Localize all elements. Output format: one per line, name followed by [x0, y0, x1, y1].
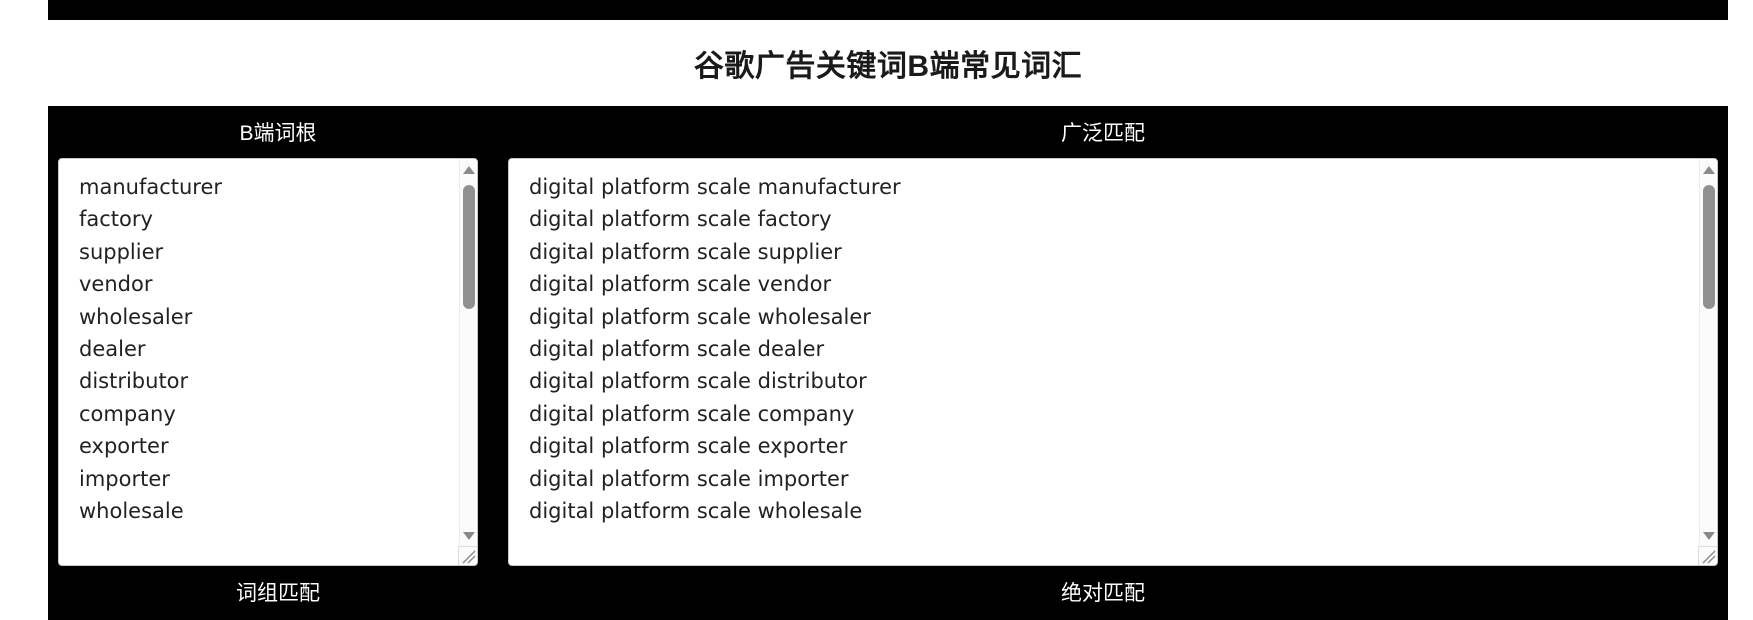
- list-item: manufacturer: [79, 175, 223, 199]
- b-end-root-scrollbar[interactable]: [459, 159, 477, 565]
- resize-grip-icon[interactable]: [458, 546, 477, 565]
- list-item: vendor: [79, 272, 153, 297]
- list-item: digital platform scale company: [529, 401, 855, 426]
- list-item: digital platform scale vendor: [529, 272, 832, 297]
- column-header-phrase-match: 词组匹配: [236, 582, 320, 605]
- list-item: wholesale: [79, 499, 184, 524]
- b-end-root-textarea[interactable]: manufacturer factory supplier vendor who…: [58, 158, 478, 566]
- list-item: exporter: [79, 434, 169, 459]
- list-item: supplier: [79, 239, 164, 264]
- triangle-up-icon[interactable]: [1700, 161, 1717, 179]
- triangle-down-icon[interactable]: [460, 527, 477, 545]
- column-header-broad-match: 广泛匹配: [1061, 122, 1145, 145]
- resize-grip-icon[interactable]: [1698, 546, 1717, 565]
- column-header-row-2: 词组匹配 绝对匹配: [48, 566, 1728, 618]
- list-item: distributor: [79, 369, 189, 394]
- broad-match-scrollbar[interactable]: [1699, 159, 1717, 565]
- list-item: importer: [79, 466, 170, 491]
- list-item: digital platform scale importer: [529, 466, 849, 491]
- list-item: digital platform scale factory: [529, 207, 832, 232]
- scrollbar-thumb[interactable]: [463, 185, 475, 309]
- scrollbar-thumb[interactable]: [1703, 185, 1715, 309]
- broad-match-textarea-content[interactable]: digital platform scale manufacturer digi…: [509, 159, 1699, 565]
- main-panel: B端词根 广泛匹配 manufacturer factory supplier …: [48, 106, 1728, 620]
- list-item: company: [79, 401, 176, 426]
- triangle-down-icon[interactable]: [1700, 527, 1717, 545]
- triangle-up-icon[interactable]: [460, 161, 477, 179]
- list-item: wholesaler: [79, 304, 193, 329]
- list-item: digital platform scale manufacturer: [529, 175, 901, 199]
- list-item: digital platform scale distributor: [529, 369, 867, 394]
- b-end-root-textarea-content[interactable]: manufacturer factory supplier vendor who…: [59, 159, 459, 565]
- app-root: 谷歌广告关键词B端常见词汇 B端词根 广泛匹配 manufacturer fac…: [0, 0, 1753, 620]
- top-black-strip: [48, 0, 1728, 20]
- column-header-exact-match: 绝对匹配: [1061, 582, 1145, 605]
- list-item: digital platform scale wholesale: [529, 499, 863, 524]
- title-area: 谷歌广告关键词B端常见词汇: [48, 20, 1728, 106]
- list-item: factory: [79, 207, 153, 232]
- column-header-b-end-root: B端词根: [239, 122, 317, 145]
- list-item: digital platform scale supplier: [529, 239, 842, 264]
- column-header-row-1: B端词根 广泛匹配: [48, 106, 1728, 158]
- list-item: digital platform scale dealer: [529, 337, 825, 362]
- broad-match-textarea[interactable]: digital platform scale manufacturer digi…: [508, 158, 1718, 566]
- page-title: 谷歌广告关键词B端常见词汇: [693, 50, 1083, 83]
- list-item: digital platform scale wholesaler: [529, 304, 871, 329]
- list-item: dealer: [79, 337, 146, 362]
- list-item: digital platform scale exporter: [529, 434, 848, 459]
